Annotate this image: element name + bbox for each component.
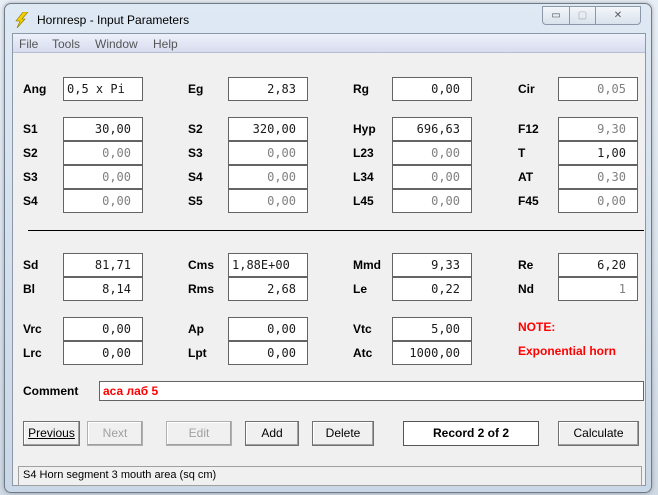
previous-label: Previous [28, 426, 75, 440]
field-label-hyp: Hyp [353, 122, 376, 136]
field-label-t: T [518, 146, 526, 160]
field-label-f12: F12 [518, 122, 539, 136]
menu-bar: File Tools Window Help [13, 34, 645, 53]
menu-help[interactable]: Help [153, 37, 178, 51]
maximize-button[interactable]: ▢ [569, 6, 596, 25]
field-input-l45[interactable]: 0,00 [392, 189, 472, 213]
field-label-s3: S3 [23, 170, 38, 184]
field-input-l23[interactable]: 0,00 [392, 141, 472, 165]
add-button[interactable]: Add [245, 421, 299, 446]
delete-button[interactable]: Delete [312, 421, 374, 446]
field-input-s2[interactable]: 320,00 [228, 117, 308, 141]
field-input-atc[interactable]: 1000,00 [392, 341, 472, 365]
field-label-l23: L23 [353, 146, 374, 160]
field-input-sd[interactable]: 81,71 [63, 253, 143, 277]
field-input-f12[interactable]: 9,30 [558, 117, 638, 141]
comment-label: Comment [23, 384, 79, 398]
field-label-le: Le [353, 282, 368, 296]
field-input-s3[interactable]: 0,00 [228, 141, 308, 165]
field-label-sd: Sd [23, 258, 39, 272]
field-input-f45[interactable]: 0,00 [558, 189, 638, 213]
field-label-s2: S2 [188, 122, 203, 136]
client-area: File Tools Window Help Ang 0,5 x Pi Eg 2,83… [12, 33, 646, 486]
next-button[interactable]: Next [87, 421, 143, 446]
field-label-mmd: Mmd [353, 258, 381, 272]
field-input-s2[interactable]: 0,00 [63, 141, 143, 165]
field-label-l34: L34 [353, 170, 374, 184]
field-label-s4: S4 [23, 194, 38, 208]
field-label-f45: F45 [518, 194, 539, 208]
field-input-le[interactable]: 0,22 [392, 277, 472, 301]
field-label-at: AT [518, 170, 534, 184]
field-input-vrc[interactable]: 0,00 [63, 317, 143, 341]
field-label-vrc: Vrc [23, 322, 42, 336]
comment-input[interactable]: аса лаб 5 [99, 381, 644, 401]
menu-window[interactable]: Window [95, 37, 138, 51]
field-label-ap: Ap [188, 322, 204, 336]
field-label-lrc: Lrc [23, 346, 42, 360]
record-indicator: Record 2 of 2 [403, 421, 539, 446]
field-input-cms[interactable]: 1,88E+00 [228, 253, 308, 277]
previous-button[interactable]: Previous [23, 421, 80, 446]
field-label-s1: S1 [23, 122, 38, 136]
field-label-s3: S3 [188, 146, 203, 160]
status-bar: S4 Horn segment 3 mouth area (sq cm) [18, 466, 642, 486]
field-label-atc: Atc [353, 346, 373, 360]
menu-file[interactable]: File [19, 37, 38, 51]
field-input-mmd[interactable]: 9,33 [392, 253, 472, 277]
input-parameters-window: Hornresp - Input Parameters ▭ ▢ ✕ File T… [4, 3, 652, 493]
field-input-l34[interactable]: 0,00 [392, 165, 472, 189]
field-label-cir: Cir [518, 82, 535, 96]
field-label-rg: Rg [353, 82, 369, 96]
minimize-button[interactable]: ▭ [542, 6, 570, 25]
field-label-l45: L45 [353, 194, 374, 208]
menu-tools[interactable]: Tools [52, 37, 80, 51]
field-input-lrc[interactable]: 0,00 [63, 341, 143, 365]
field-input-ang[interactable]: 0,5 x Pi [63, 77, 143, 101]
field-label-re: Re [518, 258, 534, 272]
field-input-cir[interactable]: 0,05 [558, 77, 638, 101]
field-input-s4[interactable]: 0,00 [63, 189, 143, 213]
field-label-s5: S5 [188, 194, 203, 208]
field-label-eg: Eg [188, 82, 204, 96]
note-text: Exponential horn [518, 344, 617, 358]
field-input-rms[interactable]: 2,68 [228, 277, 308, 301]
field-input-re[interactable]: 6,20 [558, 253, 638, 277]
note-title: NOTE: [518, 320, 556, 334]
field-input-ap[interactable]: 0,00 [228, 317, 308, 341]
edit-button[interactable]: Edit [166, 421, 232, 446]
field-input-s5[interactable]: 0,00 [228, 189, 308, 213]
field-input-s4[interactable]: 0,00 [228, 165, 308, 189]
field-label-ang: Ang [23, 82, 47, 96]
lightning-app-icon [15, 12, 29, 28]
field-label-cms: Cms [188, 258, 215, 272]
close-button[interactable]: ✕ [595, 6, 641, 25]
field-input-s3[interactable]: 0,00 [63, 165, 143, 189]
field-input-eg[interactable]: 2,83 [228, 77, 308, 101]
field-label-vtc: Vtc [353, 322, 372, 336]
calculate-button[interactable]: Calculate [558, 421, 639, 446]
field-input-bl[interactable]: 8,14 [63, 277, 143, 301]
field-input-hyp[interactable]: 696,63 [392, 117, 472, 141]
field-input-lpt[interactable]: 0,00 [228, 341, 308, 365]
field-input-s1[interactable]: 30,00 [63, 117, 143, 141]
field-input-rg[interactable]: 0,00 [392, 77, 472, 101]
window-title: Hornresp - Input Parameters [37, 13, 190, 27]
field-input-nd[interactable]: 1 [558, 277, 638, 301]
field-label-bl: Bl [23, 282, 35, 296]
field-label-s2: S2 [23, 146, 38, 160]
field-input-t[interactable]: 1,00 [558, 141, 638, 165]
field-label-s4: S4 [188, 170, 203, 184]
field-input-at[interactable]: 0,30 [558, 165, 638, 189]
field-label-lpt: Lpt [188, 346, 207, 360]
field-input-vtc[interactable]: 5,00 [392, 317, 472, 341]
field-label-rms: Rms [188, 282, 215, 296]
section-divider [28, 230, 644, 231]
field-label-nd: Nd [518, 282, 534, 296]
